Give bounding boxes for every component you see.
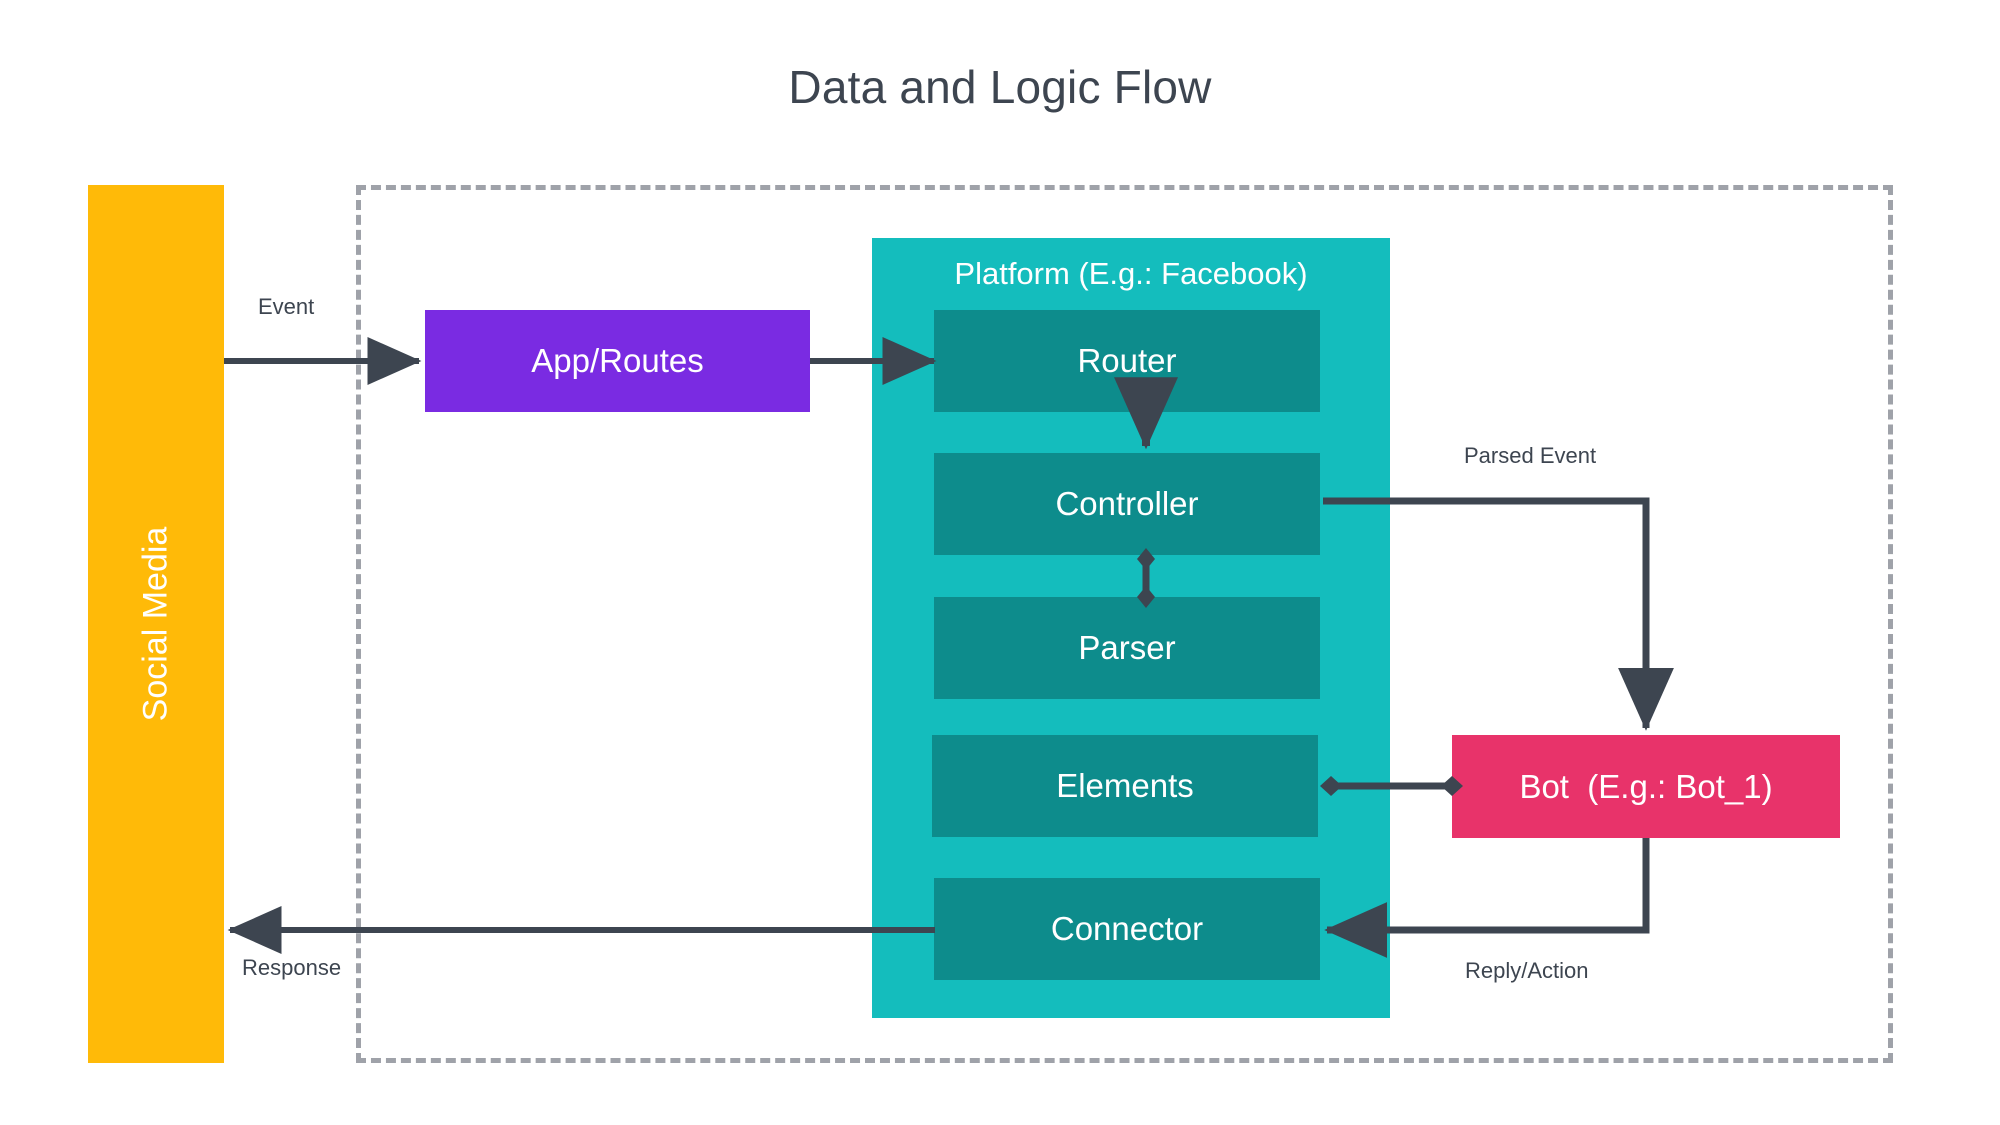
diagram-canvas: Data and Logic Flow Social Media App/Rou… (0, 0, 2000, 1125)
edge-label-response: Response (242, 955, 342, 980)
edge-label-event: Event (258, 294, 315, 319)
node-app-routes: App/Routes (425, 310, 810, 412)
node-parser: Parser (934, 597, 1320, 699)
platform-title: Platform (E.g.: Facebook) (954, 256, 1308, 291)
node-controller: Controller (934, 453, 1320, 555)
node-router: Router (934, 310, 1320, 412)
node-elements: Elements (932, 735, 1318, 837)
node-bot: Bot (E.g.: Bot_1) (1452, 735, 1840, 838)
edge-label-parsed-event: Parsed Event (1464, 443, 1597, 468)
page-title: Data and Logic Flow (788, 61, 1212, 113)
node-social-media: Social Media (88, 185, 224, 1063)
node-connector: Connector (934, 878, 1320, 980)
social-media-label: Social Media (136, 526, 175, 722)
edge-label-reply-action: Reply/Action (1465, 958, 1589, 983)
node-platform: Platform (E.g.: Facebook) Router Control… (872, 238, 1390, 1018)
